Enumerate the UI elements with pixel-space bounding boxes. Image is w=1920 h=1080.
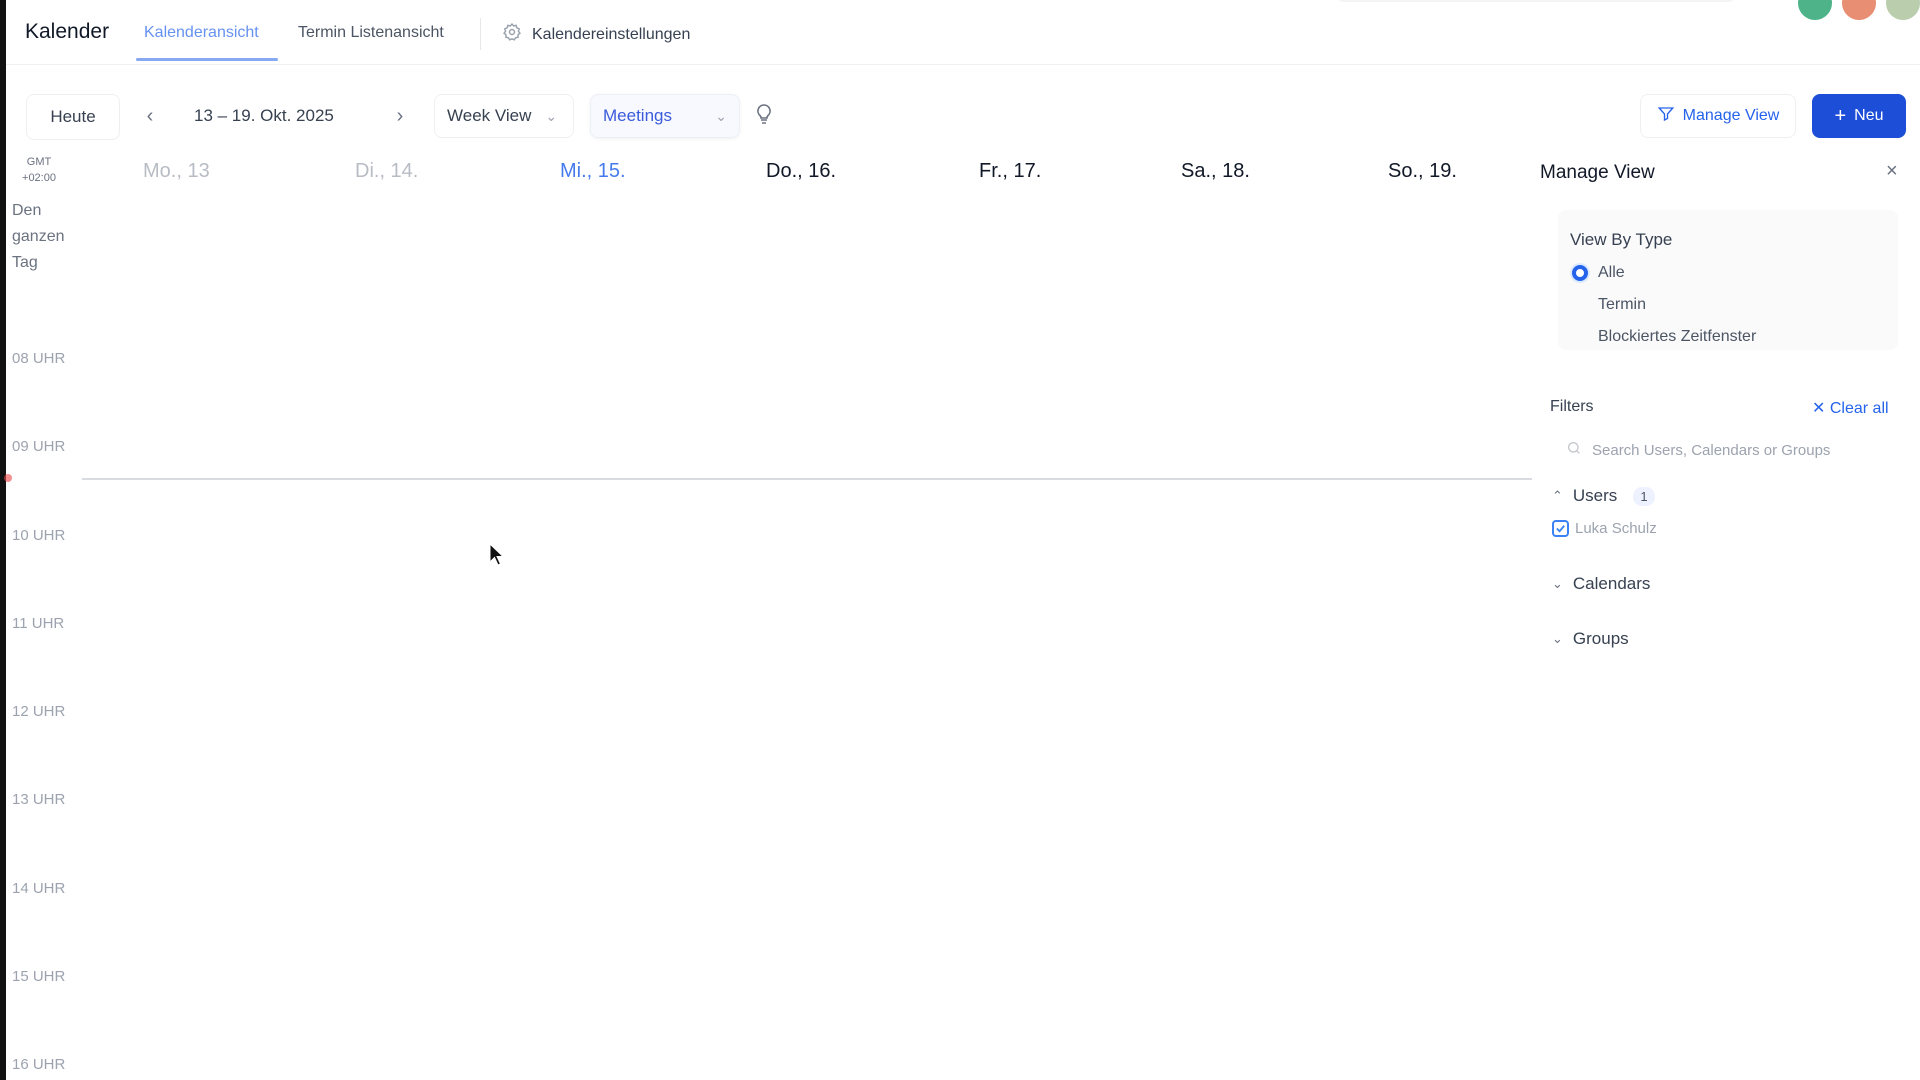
date-range-label: 13 – 19. Okt. 2025 — [194, 106, 334, 125]
all-day-line: Tag — [12, 254, 38, 271]
prev-week-button[interactable]: ‹ — [136, 100, 164, 132]
top-search-bar[interactable] — [1336, 0, 1736, 2]
hour-label: 10 UHR — [12, 527, 66, 544]
plus-icon: + — [1834, 104, 1847, 127]
calendar-toolbar: Heute ‹ 13 – 19. Okt. 2025 › Week View ⌄… — [6, 92, 1920, 140]
radio-option-label: Alle — [1598, 264, 1625, 281]
hour-label: 16 UHR — [12, 1056, 66, 1073]
calendars-section-toggle[interactable]: ⌄ Calendars — [1552, 574, 1650, 594]
tab-calendar-settings[interactable]: Kalendereinstellungen — [502, 22, 690, 47]
gear-icon — [502, 22, 522, 47]
avatar[interactable] — [1842, 0, 1876, 20]
search-placeholder: Search Users, Calendars or Groups — [1592, 441, 1831, 459]
users-count-badge: 1 — [1633, 486, 1655, 506]
view-by-type-label: View By Type — [1570, 230, 1673, 249]
hour-label: 08 UHR — [12, 350, 66, 367]
hour-label: 13 UHR — [12, 791, 66, 808]
tab-calendar-view[interactable]: Kalenderansicht — [144, 24, 259, 42]
hour-label: 11 UHR — [12, 615, 65, 632]
close-icon[interactable]: × — [1886, 160, 1898, 183]
timezone-line: GMT — [26, 156, 52, 168]
user-filter-item[interactable]: Luka Schulz — [1552, 520, 1657, 537]
radio-unchecked-icon — [1572, 297, 1588, 313]
chevron-down-icon: ⌄ — [545, 107, 558, 124]
chevron-up-icon: ⌃ — [1552, 488, 1563, 503]
today-button[interactable]: Heute — [26, 94, 120, 140]
filters-label: Filters — [1550, 398, 1594, 415]
filter-search-input[interactable]: Search Users, Calendars or Groups — [1566, 440, 1896, 460]
groups-section-label: Groups — [1572, 629, 1629, 648]
users-section-label: Users — [1572, 486, 1618, 505]
hour-label: 15 UHR — [12, 968, 66, 985]
calendars-section-label: Calendars — [1572, 574, 1651, 593]
all-day-label: Den ganzen Tag — [12, 198, 65, 276]
user-name: Luka Schulz — [1575, 520, 1657, 537]
chevron-left-icon: ‹ — [146, 104, 154, 127]
radio-option-label: Termin — [1598, 296, 1647, 313]
search-icon — [1566, 440, 1582, 460]
groups-section-toggle[interactable]: ⌄ Groups — [1552, 629, 1629, 649]
chevron-down-icon: ⌄ — [715, 107, 727, 124]
new-event-label: Neu — [1854, 107, 1884, 124]
manage-view-label: Manage View — [1682, 107, 1780, 124]
radio-option-all[interactable]: Alle — [1572, 264, 1625, 282]
next-week-button[interactable]: › — [386, 100, 414, 132]
hour-label: 12 UHR — [12, 703, 66, 720]
checkbox-checked-icon[interactable] — [1552, 520, 1569, 537]
panel-title: Manage View — [1540, 162, 1655, 183]
avatar[interactable] — [1798, 0, 1832, 20]
lightbulb-icon[interactable] — [752, 102, 776, 131]
hour-label: 09 UHR — [12, 438, 66, 455]
tab-divider — [480, 18, 481, 50]
clear-all-button[interactable]: ✕ Clear all — [1812, 398, 1889, 418]
chevron-right-icon: › — [396, 104, 404, 127]
tab-appointment-list[interactable]: Termin Listenansicht — [298, 24, 444, 42]
event-type-select[interactable]: Meetings ⌄ — [590, 94, 740, 138]
manage-view-button[interactable]: Manage View — [1640, 94, 1796, 138]
filter-icon — [1657, 105, 1675, 128]
timezone-label: GMT +02:00 — [14, 154, 64, 186]
users-section-toggle[interactable]: ⌃ Users 1 — [1552, 486, 1655, 506]
avatar[interactable] — [1886, 0, 1920, 20]
radio-option-label: Blockiertes Zeitfenster — [1598, 328, 1757, 345]
chevron-down-icon: ⌄ — [1552, 631, 1563, 646]
new-event-button[interactable]: + Neu — [1812, 94, 1906, 138]
day-header-wed[interactable]: Mi., 15. — [560, 160, 626, 183]
tab-calendar-settings-label: Kalendereinstellungen — [532, 25, 691, 43]
day-header-thu[interactable]: Do., 16. — [766, 160, 836, 183]
close-icon: ✕ — [1812, 400, 1826, 417]
mouse-pointer-icon — [489, 542, 505, 572]
day-header-sat[interactable]: Sa., 18. — [1181, 160, 1250, 183]
top-avatars — [1798, 0, 1920, 20]
current-time-dot — [4, 474, 12, 482]
view-mode-select[interactable]: Week View ⌄ — [434, 94, 574, 138]
manage-view-panel: Manage View × View By Type Alle Termin B… — [1530, 140, 1920, 1080]
clear-all-label: Clear all — [1829, 400, 1889, 417]
radio-unchecked-icon — [1572, 329, 1588, 345]
window-left-edge — [0, 0, 6, 1080]
active-tab-indicator — [136, 58, 278, 61]
all-day-line: ganzen — [12, 228, 65, 245]
day-header-sun[interactable]: So., 19. — [1388, 160, 1457, 183]
event-type-value: Meetings — [603, 106, 672, 125]
radio-option-appointment[interactable]: Termin — [1572, 296, 1646, 314]
day-header-tue[interactable]: Di., 14. — [355, 160, 418, 183]
app-title: Kalender — [25, 20, 110, 43]
current-time-line — [82, 478, 1532, 480]
radio-option-blocked-slot[interactable]: Blockiertes Zeitfenster — [1572, 328, 1756, 346]
hour-label: 14 UHR — [12, 880, 66, 897]
day-header-mon[interactable]: Mo., 13 — [143, 160, 210, 183]
chevron-down-icon: ⌄ — [1552, 576, 1563, 591]
all-day-line: Den — [12, 202, 42, 219]
top-bar: Kalender Kalenderansicht Termin Listenan… — [6, 0, 1920, 65]
view-mode-value: Week View — [447, 106, 532, 125]
timezone-offset: +02:00 — [22, 172, 56, 184]
day-header-fri[interactable]: Fr., 17. — [979, 160, 1041, 183]
radio-checked-icon — [1572, 265, 1588, 281]
